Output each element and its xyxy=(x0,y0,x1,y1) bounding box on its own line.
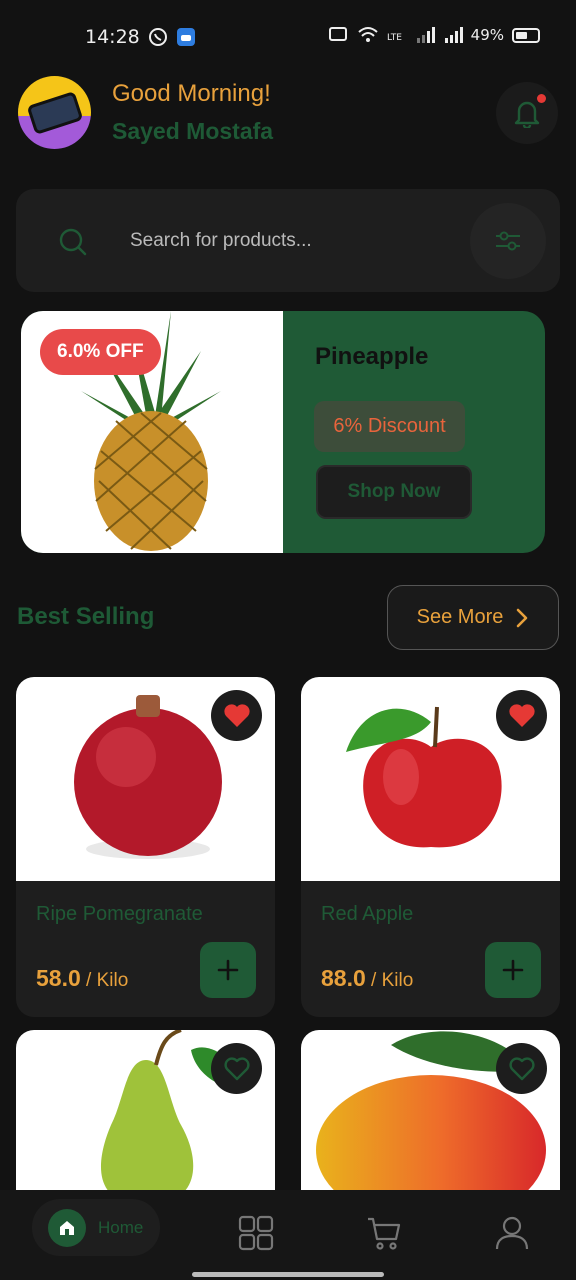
product-card[interactable]: Ripe Pomegranate 58.0 / Kilo xyxy=(16,677,275,1017)
heart-outline-icon xyxy=(223,1056,250,1080)
pear-image xyxy=(16,1030,275,1190)
shop-now-button[interactable]: Shop Now xyxy=(316,465,472,519)
search-icon xyxy=(59,228,87,256)
battery-icon xyxy=(512,27,540,43)
status-bar: 14:28 LTE 49% xyxy=(0,0,576,72)
gesture-handle xyxy=(192,1272,384,1277)
battery-percent: 49% xyxy=(470,26,504,44)
heart-filled-icon xyxy=(223,703,250,727)
notification-dot xyxy=(537,94,546,103)
heart-outline-icon xyxy=(508,1056,535,1080)
add-to-cart-button[interactable] xyxy=(485,942,541,998)
home-header: Good Morning! Sayed Mostafa xyxy=(18,76,558,149)
discount-badge: 6.0% OFF xyxy=(40,329,161,375)
cart-icon[interactable] xyxy=(366,1215,402,1251)
status-system-icons: LTE 49% xyxy=(328,26,540,44)
whatsapp-icon xyxy=(149,28,167,46)
product-price: 58.0 / Kilo xyxy=(36,965,129,991)
nav-home-label: Home xyxy=(98,1217,144,1237)
product-name: Ripe Pomegranate xyxy=(36,903,203,925)
favorite-button[interactable] xyxy=(496,690,547,741)
bell-icon xyxy=(514,101,540,128)
favorite-button[interactable] xyxy=(211,690,262,741)
plus-icon xyxy=(217,959,239,981)
categories-grid-icon[interactable] xyxy=(238,1215,274,1251)
signal-2-icon xyxy=(444,27,463,43)
pomegranate-image xyxy=(16,677,275,881)
favorite-button[interactable] xyxy=(496,1043,547,1094)
product-card[interactable] xyxy=(16,1030,275,1190)
chevron-right-icon xyxy=(517,608,528,627)
profile-icon[interactable] xyxy=(494,1215,530,1251)
promo-discount-label: 6% Discount xyxy=(314,401,465,452)
see-more-label: See More xyxy=(416,606,504,628)
cast-icon xyxy=(328,27,347,41)
plus-icon xyxy=(502,959,524,981)
product-name: Red Apple xyxy=(321,903,414,925)
wifi-icon xyxy=(357,27,378,42)
home-icon xyxy=(48,1208,86,1247)
product-card[interactable]: Red Apple 88.0 / Kilo xyxy=(301,677,560,1017)
see-more-button[interactable]: See More xyxy=(387,585,559,650)
app-notification-icon xyxy=(177,28,195,46)
greeting-text: Good Morning! xyxy=(112,80,271,107)
mango-image xyxy=(301,1030,560,1190)
nav-home[interactable]: Home xyxy=(32,1199,160,1256)
section-title: Best Selling xyxy=(17,603,155,630)
signal-1-icon xyxy=(416,27,435,43)
product-card[interactable] xyxy=(301,1030,560,1190)
svg-text:LTE: LTE xyxy=(387,33,402,43)
user-name: Sayed Mostafa xyxy=(112,118,274,144)
promo-banner[interactable]: 6.0% OFF Pineapple 6% Discount Shop Now xyxy=(21,311,545,553)
avatar[interactable] xyxy=(18,76,91,149)
favorite-button[interactable] xyxy=(211,1043,262,1094)
product-price: 88.0 / Kilo xyxy=(321,965,414,991)
promo-product-name: Pineapple xyxy=(315,343,429,370)
heart-filled-icon xyxy=(508,703,535,727)
filter-sliders-icon xyxy=(496,231,520,251)
status-time: 14:28 xyxy=(85,26,140,48)
pineapple-image: 6.0% OFF xyxy=(21,311,283,553)
red-apple-image xyxy=(301,677,560,881)
filter-button[interactable] xyxy=(470,203,546,279)
bottom-nav: Home xyxy=(0,1190,576,1280)
add-to-cart-button[interactable] xyxy=(200,942,256,998)
notifications-button[interactable] xyxy=(496,82,558,144)
volte-icon: LTE xyxy=(387,33,402,43)
status-notification-icons xyxy=(148,27,196,47)
search-input[interactable] xyxy=(130,219,460,263)
search-bar xyxy=(16,189,560,292)
